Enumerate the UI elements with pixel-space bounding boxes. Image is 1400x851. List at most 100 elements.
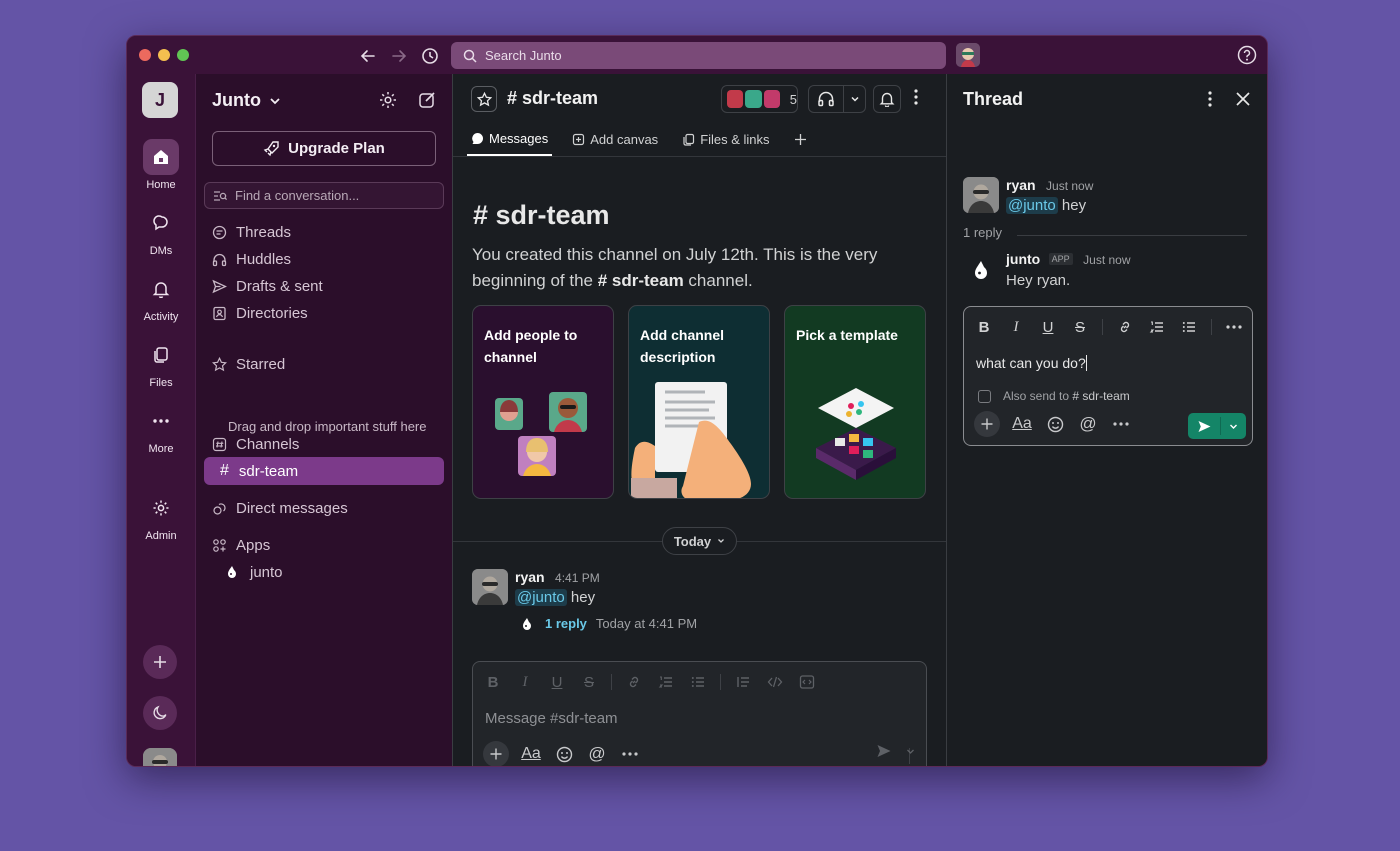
add-people-card[interactable]: Add people to channel — [472, 305, 614, 499]
rail-item-activity[interactable]: Activity — [127, 271, 195, 323]
channels-section-header[interactable]: Channels — [212, 431, 299, 457]
sidebar-item-junto-app[interactable]: junto — [226, 559, 283, 585]
sidebar-item-huddles[interactable]: Huddles — [212, 246, 291, 272]
help-icon[interactable] — [1237, 45, 1257, 65]
apps-section-header[interactable]: Apps — [212, 532, 270, 558]
thread-composer-input[interactable]: what can you do? — [976, 355, 1087, 371]
blockquote-icon[interactable] — [733, 672, 753, 692]
notifications-bell-icon[interactable] — [873, 85, 901, 113]
channel-more-icon[interactable] — [913, 88, 919, 111]
back-arrow-icon[interactable] — [357, 45, 379, 67]
mention-icon[interactable]: @ — [586, 743, 608, 765]
search-bar[interactable]: Search Junto — [451, 42, 946, 69]
rail-item-more[interactable]: More — [127, 403, 195, 455]
emoji-icon[interactable] — [553, 743, 575, 765]
minimize-window-button[interactable] — [158, 49, 170, 61]
message-time[interactable]: Just now — [1046, 179, 1093, 193]
link-icon[interactable] — [1115, 317, 1135, 337]
add-description-card[interactable]: Add channel description — [628, 305, 770, 499]
rail-item-dms[interactable]: DMs — [127, 205, 195, 257]
star-channel-button[interactable] — [471, 86, 497, 112]
attach-plus-icon[interactable] — [974, 411, 1000, 437]
code-block-icon[interactable] — [797, 672, 817, 692]
mention[interactable]: @junto — [1006, 197, 1058, 214]
underline-icon[interactable]: U — [547, 672, 567, 692]
bold-icon[interactable]: B — [974, 317, 994, 337]
more-actions-icon[interactable] — [1110, 413, 1132, 435]
bold-icon[interactable]: B — [483, 672, 503, 692]
sidebar-item-threads[interactable]: Threads — [212, 219, 291, 245]
attach-plus-icon[interactable] — [483, 741, 509, 766]
bullet-list-icon[interactable] — [1179, 317, 1199, 337]
strikethrough-icon[interactable]: S — [579, 672, 599, 692]
chevron-down-icon[interactable] — [844, 94, 865, 104]
settings-gear-icon[interactable] — [378, 90, 398, 110]
junto-bot-avatar[interactable] — [973, 260, 989, 285]
tab-files-links[interactable]: Files & links — [678, 122, 773, 156]
find-conversation-input[interactable]: Find a conversation... — [204, 182, 444, 209]
thread-more-icon[interactable] — [1200, 89, 1220, 109]
date-divider-button[interactable]: Today — [662, 527, 737, 555]
rail-item-admin[interactable]: Admin — [127, 490, 195, 542]
send-button[interactable] — [1188, 413, 1246, 439]
schedule-chevron-icon[interactable] — [1221, 422, 1246, 431]
sidebar-item-drafts[interactable]: Drafts & sent — [212, 273, 323, 299]
sidebar-item-directories[interactable]: Directories — [212, 300, 308, 326]
thread-parent-avatar[interactable] — [963, 177, 999, 213]
message-time[interactable]: 4:41 PM — [555, 571, 600, 585]
intro-channel-link[interactable]: # sdr-team — [598, 271, 684, 290]
also-send-checkbox[interactable] — [978, 389, 991, 403]
compose-icon[interactable] — [417, 90, 437, 110]
add-tab-button[interactable] — [790, 122, 811, 156]
message-composer[interactable]: B I U S Message #sdr-team Aa @ — [472, 661, 927, 766]
emoji-icon[interactable] — [1044, 413, 1066, 435]
also-send-option[interactable]: Also send to # sdr-team — [978, 389, 1130, 403]
workspace-switcher[interactable]: J — [142, 82, 178, 118]
close-window-button[interactable] — [139, 49, 151, 61]
text-format-icon[interactable]: Aa — [1011, 413, 1033, 435]
italic-icon[interactable]: I — [515, 672, 535, 692]
pick-template-card[interactable]: Pick a template — [784, 305, 926, 499]
reply-count-link[interactable]: 1 reply — [545, 616, 587, 631]
code-icon[interactable] — [765, 672, 785, 692]
underline-icon[interactable]: U — [1038, 317, 1058, 337]
message-time[interactable]: Just now — [1083, 253, 1130, 267]
ordered-list-icon[interactable] — [656, 672, 676, 692]
text-format-icon[interactable]: Aa — [520, 743, 542, 765]
rail-item-files[interactable]: Files — [127, 337, 195, 389]
italic-icon[interactable]: I — [1006, 317, 1026, 337]
add-workspace-button[interactable] — [143, 645, 177, 679]
user-avatar[interactable] — [143, 748, 177, 766]
rail-item-home[interactable]: Home — [127, 139, 195, 191]
message-author[interactable]: junto — [1006, 251, 1040, 267]
bullet-list-icon[interactable] — [688, 672, 708, 692]
thread-reply-composer[interactable]: B I U S what can you do? Also send to # … — [963, 306, 1253, 446]
strikethrough-icon[interactable]: S — [1070, 317, 1090, 337]
dark-mode-toggle[interactable] — [143, 696, 177, 730]
mention-icon[interactable]: @ — [1077, 413, 1099, 435]
close-icon[interactable] — [1233, 89, 1253, 109]
direct-messages-header[interactable]: Direct messages — [212, 495, 348, 521]
channel-name-button[interactable]: # sdr-team — [507, 88, 598, 109]
workspace-menu[interactable]: Junto — [212, 90, 281, 111]
tab-add-canvas[interactable]: Add canvas — [568, 122, 662, 156]
huddle-button[interactable] — [808, 85, 866, 113]
thread-replies-summary[interactable]: 1 reply Today at 4:41 PM — [521, 616, 697, 631]
title-bar-avatar[interactable] — [956, 43, 980, 67]
mention[interactable]: @junto — [515, 589, 567, 606]
members-button[interactable]: 5 — [721, 85, 798, 113]
maximize-window-button[interactable] — [177, 49, 189, 61]
message-author-avatar[interactable] — [472, 569, 508, 605]
message-author[interactable]: ryan — [1006, 177, 1036, 193]
link-icon[interactable] — [624, 672, 644, 692]
ordered-list-icon[interactable] — [1147, 317, 1167, 337]
forward-arrow-icon[interactable] — [388, 45, 410, 67]
tab-messages[interactable]: Messages — [467, 122, 553, 156]
more-actions-icon[interactable] — [619, 743, 641, 765]
more-formatting-icon[interactable] — [1224, 317, 1244, 337]
send-icon[interactable] — [876, 743, 892, 764]
sidebar-item-sdr-team[interactable]: # sdr-team — [204, 457, 444, 485]
history-clock-icon[interactable] — [419, 45, 441, 67]
upgrade-plan-button[interactable]: Upgrade Plan — [212, 131, 436, 166]
message-author[interactable]: ryan — [515, 569, 545, 585]
